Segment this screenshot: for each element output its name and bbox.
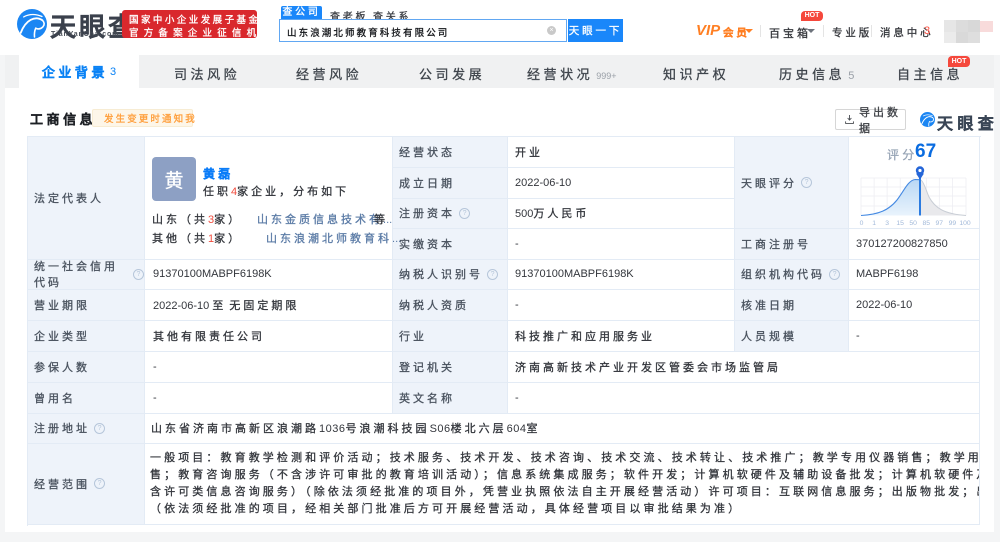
svg-text:97: 97	[936, 220, 944, 227]
svg-text:99: 99	[949, 220, 957, 227]
svg-text:85: 85	[923, 220, 931, 227]
svg-text:3: 3	[885, 220, 889, 227]
svg-text:1: 1	[872, 220, 876, 227]
svg-text:15: 15	[896, 220, 904, 227]
svg-text:50: 50	[909, 220, 917, 227]
svg-text:0: 0	[860, 220, 864, 227]
svg-text:100: 100	[959, 220, 971, 227]
